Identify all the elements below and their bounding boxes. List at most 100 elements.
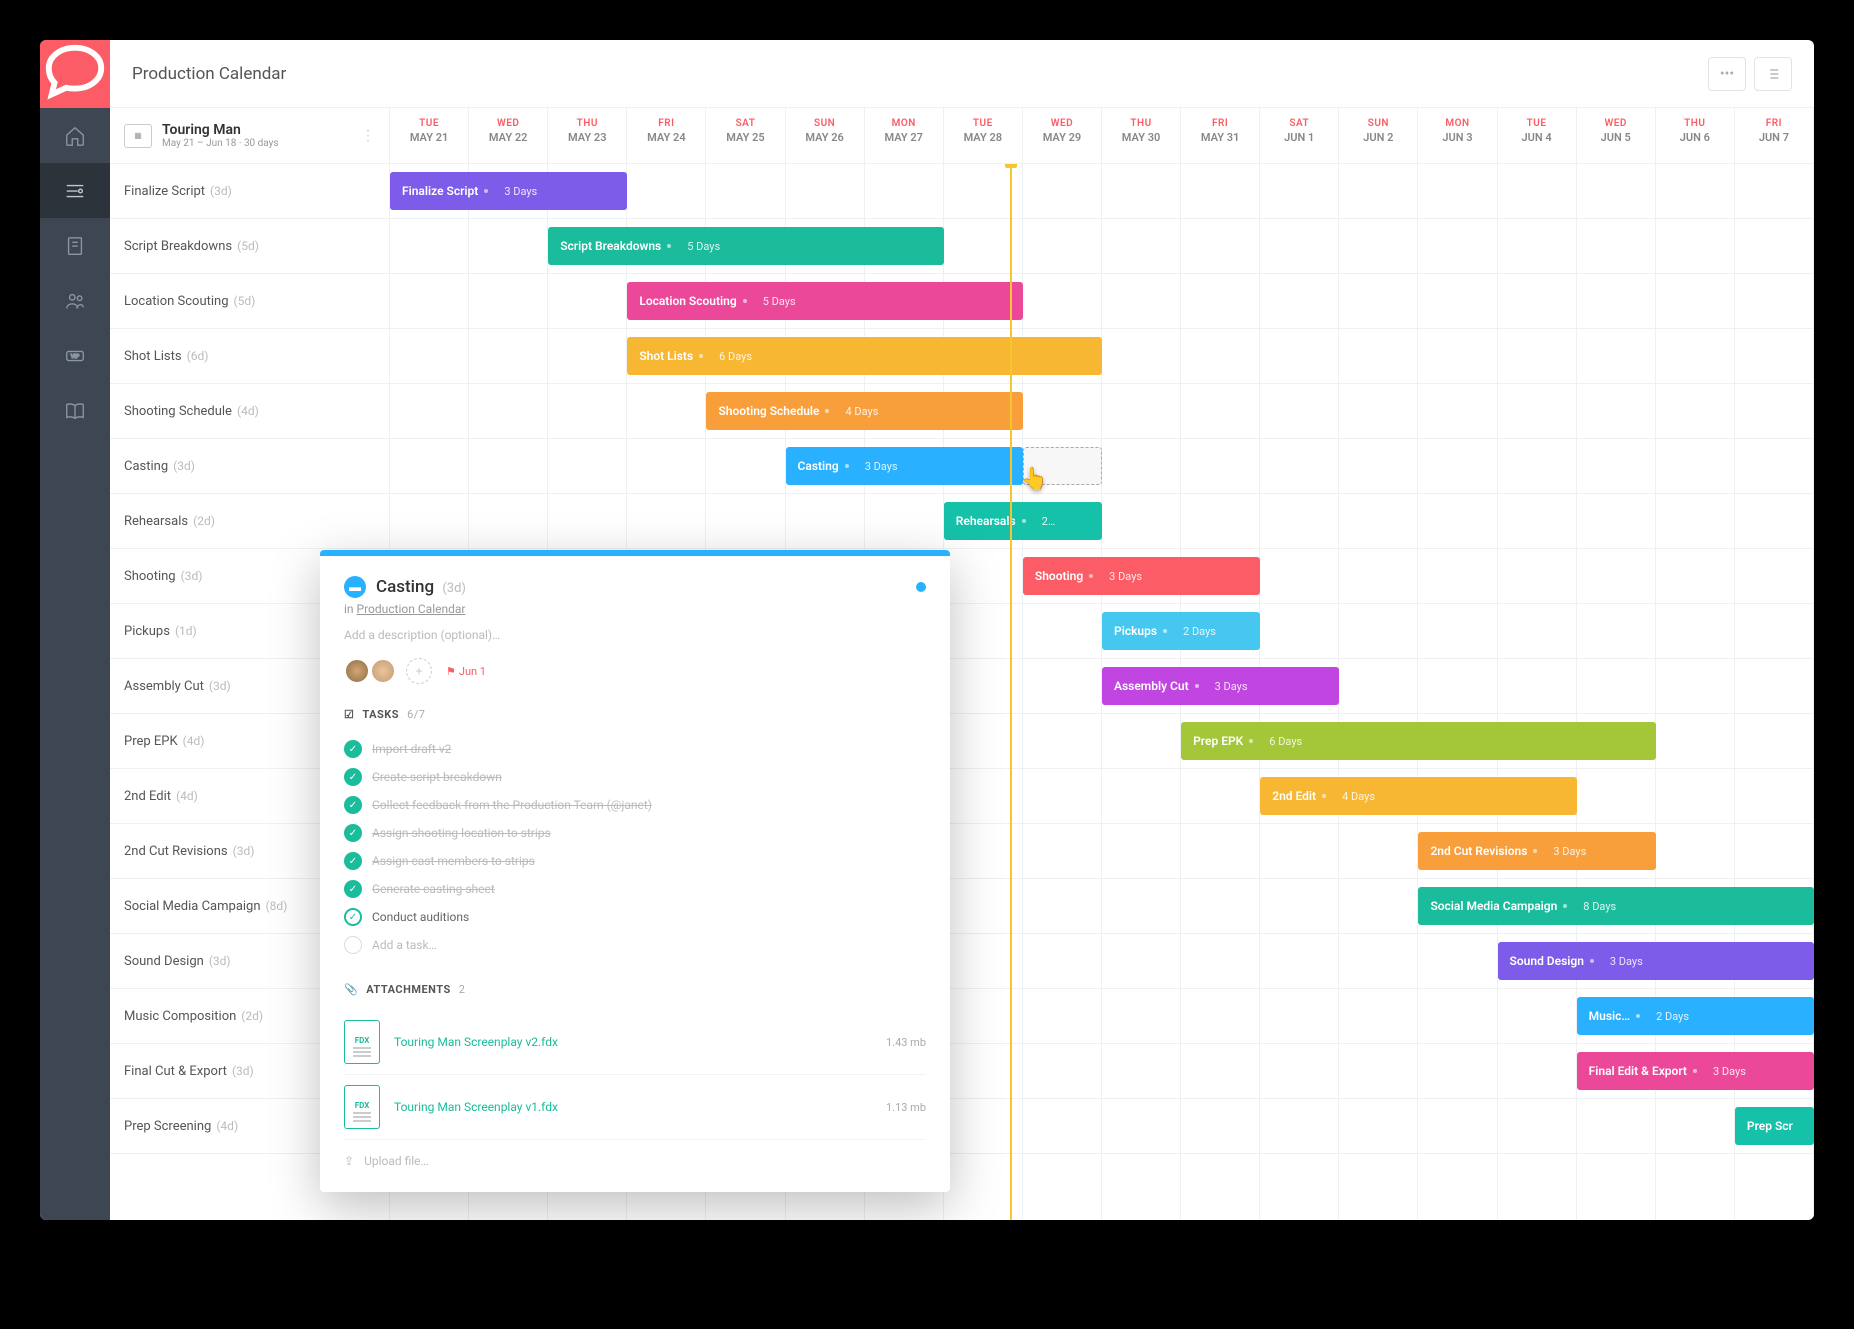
project-menu-icon[interactable]: ⋮ [361, 128, 375, 144]
gantt-row: Script Breakdowns5 Days [390, 219, 1814, 274]
task-row[interactable]: Rehearsals(2d) [110, 494, 389, 549]
upload-icon: ⇪ [344, 1154, 354, 1168]
gantt-row: Rehearsals2… [390, 494, 1814, 549]
date-column: THUMAY 30 [1102, 108, 1181, 163]
date-column: TUEJUN 4 [1498, 108, 1577, 163]
gantt-bar[interactable]: Final Edit & Export3 Days [1577, 1052, 1814, 1090]
date-column: FRIMAY 24 [627, 108, 706, 163]
checklist-item[interactable]: ✓Create script breakdown [344, 763, 926, 791]
checklist-item[interactable]: ✓Collect feedback from the Production Te… [344, 791, 926, 819]
gantt-bar[interactable]: 2nd Cut Revisions3 Days [1418, 832, 1655, 870]
checkbox-icon: ☑ [344, 708, 354, 721]
cursor-hand-icon: 👆 [1021, 467, 1048, 492]
attachment-item[interactable]: FDXTouring Man Screenplay v1.fdx1.13 mb [344, 1075, 926, 1140]
task-row[interactable]: Casting(3d) [110, 439, 389, 494]
task-detail-panel: ▬ Casting (3d) in Production Calendar Ad… [320, 550, 950, 1192]
gantt-row: Location Scouting5 Days [390, 274, 1814, 329]
gantt-row: Casting3 Days👆 [390, 439, 1814, 494]
gantt-bar[interactable]: Pickups2 Days [1102, 612, 1260, 650]
date-column: MONJUN 3 [1418, 108, 1497, 163]
calendar-link[interactable]: Production Calendar [357, 602, 466, 616]
app-logo-icon[interactable] [40, 40, 110, 108]
gantt-row: Shot Lists6 Days [390, 329, 1814, 384]
project-column-header: ▦ Touring Man May 21 – Jun 18 · 30 days … [110, 108, 390, 163]
gantt-bar[interactable]: Shot Lists6 Days [627, 337, 1102, 375]
nav-home-icon[interactable] [40, 108, 110, 163]
attachments-section-header: 📎 ATTACHMENTS 2 [344, 983, 926, 996]
gantt-row: Shooting Schedule4 Days [390, 384, 1814, 439]
date-column: WEDMAY 29 [1023, 108, 1102, 163]
task-row[interactable]: Shot Lists(6d) [110, 329, 389, 384]
date-column: THUJUN 6 [1656, 108, 1735, 163]
calendar-icon: ▦ [124, 124, 152, 148]
upload-file-button[interactable]: ⇪ Upload file… [344, 1140, 926, 1172]
gantt-bar[interactable]: Music…2 Days [1577, 997, 1814, 1035]
checklist-item[interactable]: ✓Import draft v2 [344, 735, 926, 763]
date-column: WEDJUN 5 [1577, 108, 1656, 163]
gantt-bar[interactable]: Rehearsals2… [944, 502, 1102, 540]
task-row[interactable]: Shooting Schedule(4d) [110, 384, 389, 439]
gantt-bar[interactable]: Prep Scr [1735, 1107, 1814, 1145]
avatar[interactable] [370, 658, 396, 684]
task-row[interactable]: Finalize Script(3d) [110, 164, 389, 219]
gantt-bar[interactable]: Social Media Campaign8 Days [1418, 887, 1814, 925]
due-date-flag[interactable]: ⚑ Jun 1 [446, 665, 486, 678]
timeline-header: ▦ Touring Man May 21 – Jun 18 · 30 days … [110, 108, 1814, 164]
attachments-list: FDXTouring Man Screenplay v2.fdx1.43 mbF… [344, 1010, 926, 1140]
gantt-bar[interactable]: Casting3 Days [786, 447, 1023, 485]
date-column: SATMAY 25 [706, 108, 785, 163]
nav-team-icon[interactable] [40, 273, 110, 328]
add-task-input[interactable]: Add a task… [344, 931, 926, 959]
paperclip-icon: 📎 [344, 983, 358, 996]
gantt-bar[interactable]: Finalize Script3 Days [390, 172, 627, 210]
date-column: THUMAY 23 [548, 108, 627, 163]
gantt-bar[interactable]: 2nd Edit4 Days [1260, 777, 1576, 815]
nav-book-icon[interactable] [40, 383, 110, 438]
detail-breadcrumb: in Production Calendar [344, 602, 926, 616]
date-column: FRIJUN 7 [1735, 108, 1814, 163]
date-column: SUNMAY 26 [786, 108, 865, 163]
app-window: VIP Production Calendar ••• ▦ Touring Ma… [40, 40, 1814, 1220]
checklist-item[interactable]: ✓Assign cast members to strips [344, 847, 926, 875]
nav-document-icon[interactable] [40, 218, 110, 273]
date-column: SUNJUN 2 [1339, 108, 1418, 163]
nav-timeline-icon[interactable] [40, 163, 110, 218]
file-icon: FDX [344, 1085, 380, 1129]
checklist: ✓Import draft v2✓Create script breakdown… [344, 735, 926, 959]
avatar[interactable] [344, 658, 370, 684]
checklist-item[interactable]: ✓Generate casting sheet [344, 875, 926, 903]
date-column: TUEMAY 21 [390, 108, 469, 163]
task-row[interactable]: Script Breakdowns(5d) [110, 219, 389, 274]
gantt-bar[interactable]: Shooting3 Days [1023, 557, 1260, 595]
header: Production Calendar ••• [110, 40, 1814, 108]
description-input[interactable]: Add a description (optional)… [344, 628, 926, 642]
svg-text:VIP: VIP [71, 353, 80, 359]
checklist-item[interactable]: ✓Assign shooting location to strips [344, 819, 926, 847]
add-assignee-button[interactable]: + [406, 658, 432, 684]
status-indicator[interactable] [916, 582, 926, 592]
gantt-bar[interactable]: Sound Design3 Days [1498, 942, 1814, 980]
detail-title: Casting (3d) [376, 577, 466, 597]
date-columns: TUEMAY 21WEDMAY 22THUMAY 23FRIMAY 24SATM… [390, 108, 1814, 163]
more-button[interactable]: ••• [1708, 57, 1746, 91]
date-column: TUEMAY 28 [944, 108, 1023, 163]
tasks-section-header: ☑ TASKS 6/7 [344, 708, 926, 721]
gantt-bar[interactable]: Prep EPK6 Days [1181, 722, 1656, 760]
list-view-button[interactable] [1754, 57, 1792, 91]
sidebar: VIP [40, 40, 110, 1220]
checklist-item[interactable]: ✓Conduct auditions [344, 903, 926, 931]
gantt-bar[interactable]: Script Breakdowns5 Days [548, 227, 944, 265]
attachment-item[interactable]: FDXTouring Man Screenplay v2.fdx1.43 mb [344, 1010, 926, 1075]
date-column: MONMAY 27 [865, 108, 944, 163]
gantt-bar[interactable]: Assembly Cut3 Days [1102, 667, 1339, 705]
nav-vip-icon[interactable]: VIP [40, 328, 110, 383]
project-name: Touring Man [162, 122, 279, 138]
today-indicator [1010, 164, 1012, 1220]
gantt-row: Finalize Script3 Days [390, 164, 1814, 219]
project-dates: May 21 – Jun 18 · 30 days [162, 138, 279, 149]
file-icon: FDX [344, 1020, 380, 1064]
gantt-bar[interactable]: Shooting Schedule4 Days [706, 392, 1022, 430]
gantt-bar[interactable]: Location Scouting5 Days [627, 282, 1023, 320]
task-row[interactable]: Location Scouting(5d) [110, 274, 389, 329]
task-type-icon: ▬ [344, 576, 366, 598]
